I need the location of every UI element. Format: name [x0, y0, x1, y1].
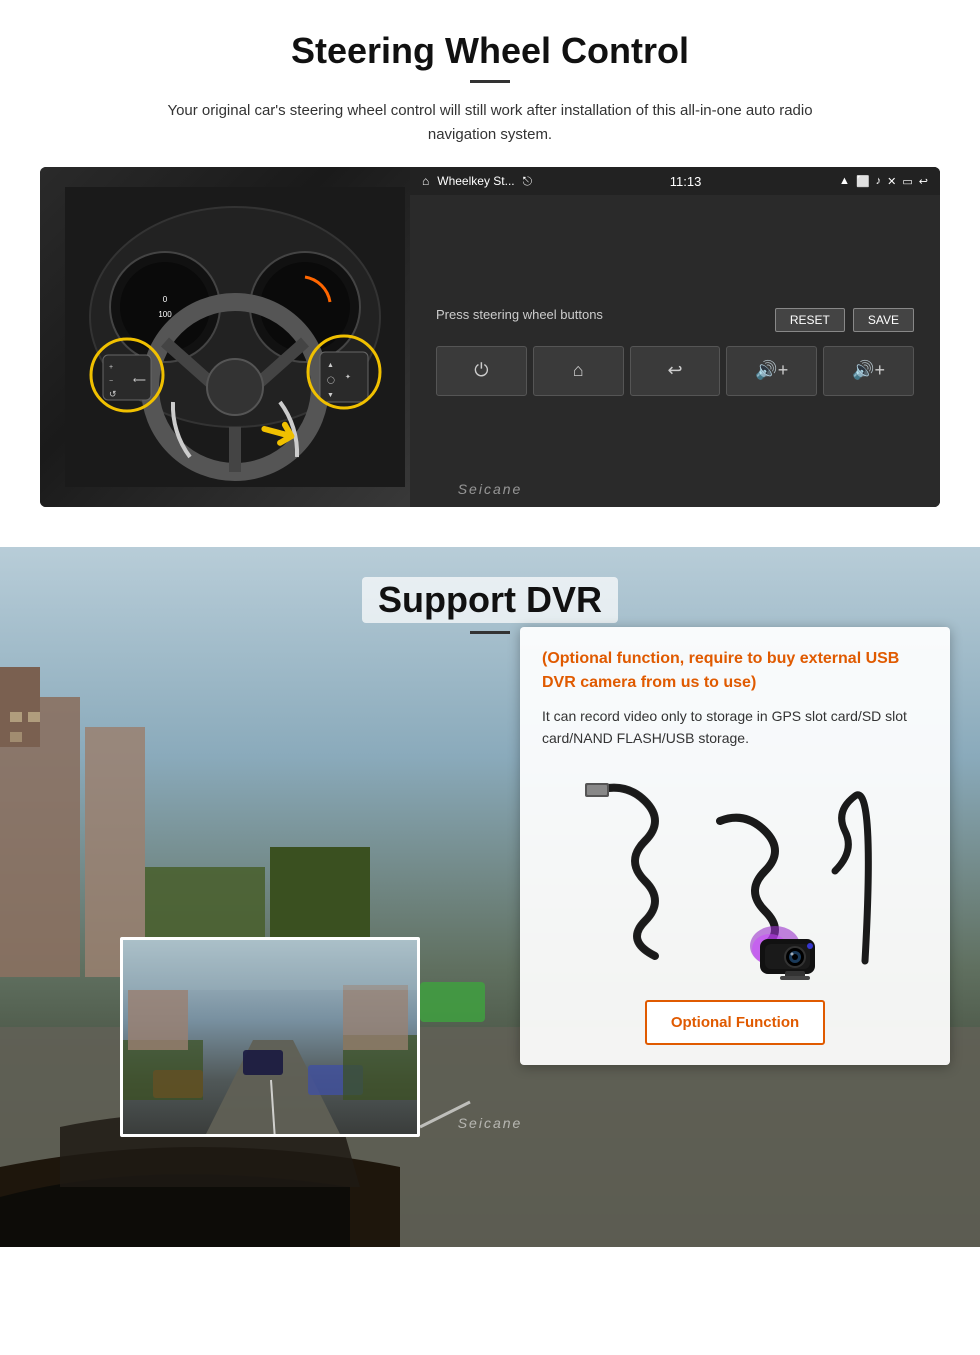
dvr-divider — [470, 631, 510, 634]
home-icon: ⌂ — [422, 174, 429, 188]
volume-icon: ♪ — [876, 175, 882, 187]
dvr-camera-image — [542, 766, 928, 986]
svg-text:↺: ↺ — [109, 389, 117, 399]
steering-wheel-side: 0 100 + − — [40, 167, 430, 507]
back-btn[interactable]: ↩ — [630, 346, 721, 396]
wifi-icon: ▲ — [839, 175, 850, 187]
steering-wheel-svg: 0 100 + − — [65, 187, 405, 487]
android-screen: ⌂ Wheelkey St... ⎋ 11:13 ▲ ⬜ ♪ ✕ ▭ ↩ — [410, 167, 940, 507]
svg-text:⟵: ⟵ — [133, 375, 146, 385]
seicane-watermark-steering: Seicane — [458, 481, 523, 497]
steering-composite-image: 0 100 + − — [40, 167, 940, 507]
svg-text:◯: ◯ — [327, 376, 335, 384]
steering-buttons-grid: ⏻ ⌂ ↩ 🔊+ 🔊+ — [426, 346, 924, 396]
dvr-title: Support DVR — [362, 577, 618, 623]
dvr-info-card: (Optional function, require to buy exter… — [520, 627, 950, 1065]
steering-title: Steering Wheel Control — [40, 30, 940, 72]
optional-function-button[interactable]: Optional Function — [645, 1000, 825, 1045]
status-time: 11:13 — [670, 174, 702, 189]
vol-up-btn[interactable]: 🔊+ — [726, 346, 817, 396]
back-icon: ↩ — [919, 175, 928, 188]
dvr-description: It can record video only to storage in G… — [542, 705, 928, 750]
vol-down-btn[interactable]: 🔊+ — [823, 346, 914, 396]
svg-text:100: 100 — [158, 310, 172, 319]
display-icon: ▭ — [902, 175, 912, 188]
android-content-area: Press steering wheel buttons RESET SAVE … — [410, 195, 940, 507]
app-name: Wheelkey St... — [437, 174, 514, 188]
dashcam-footage-svg — [123, 940, 420, 1137]
home-btn[interactable]: ⌂ — [533, 346, 624, 396]
back-btn-icon: ↩ — [667, 360, 682, 381]
dvr-optional-note: (Optional function, require to buy exter… — [542, 647, 928, 695]
android-head-unit: ⌂ Wheelkey St... ⎋ 11:13 ▲ ⬜ ♪ ✕ ▭ ↩ — [410, 167, 940, 507]
status-icons: ▲ ⬜ ♪ ✕ ▭ ↩ — [839, 175, 928, 188]
home-btn-icon: ⌂ — [573, 360, 584, 381]
x-icon: ✕ — [887, 175, 896, 188]
svg-text:−: − — [109, 378, 113, 385]
save-button[interactable]: SAVE — [853, 308, 914, 332]
android-status-bar: ⌂ Wheelkey St... ⎋ 11:13 ▲ ⬜ ♪ ✕ ▭ ↩ — [410, 167, 940, 195]
steering-subtitle: Your original car's steering wheel contr… — [140, 99, 840, 147]
dvr-camera-svg — [565, 771, 905, 981]
camera-icon: ⬜ — [856, 175, 870, 188]
power-icon: ⏻ — [474, 360, 488, 381]
svg-text:✦: ✦ — [345, 373, 351, 381]
vol-down-icon: 🔊+ — [852, 360, 885, 381]
power-btn[interactable]: ⏻ — [436, 346, 527, 396]
dvr-small-screenshot — [120, 937, 420, 1137]
title-divider — [470, 80, 510, 83]
steering-control-label: Press steering wheel buttons — [436, 307, 603, 322]
vol-up-icon: 🔊+ — [755, 360, 788, 381]
reset-button[interactable]: RESET — [775, 308, 845, 332]
svg-text:0: 0 — [163, 295, 168, 304]
steering-section: Steering Wheel Control Your original car… — [0, 0, 980, 527]
svg-text:▼: ▼ — [327, 392, 334, 399]
svg-text:+: + — [109, 364, 113, 371]
dvr-section: Support DVR — [0, 547, 980, 1247]
svg-text:▲: ▲ — [327, 362, 334, 369]
usb-icon: ⎋ — [523, 174, 533, 189]
status-left: ⌂ Wheelkey St... ⎋ — [422, 174, 532, 189]
